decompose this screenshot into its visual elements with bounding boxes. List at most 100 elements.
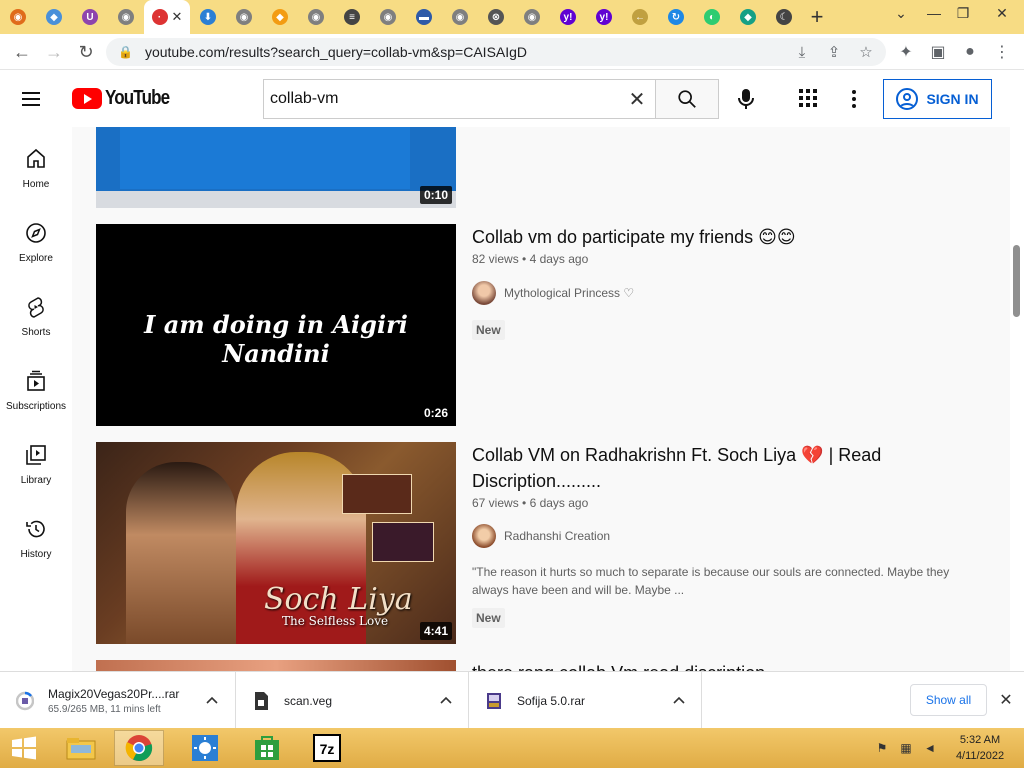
browser-tab[interactable]: ◆: [730, 0, 766, 34]
channel-avatar: [472, 281, 496, 305]
browser-tab[interactable]: ☾: [766, 0, 802, 34]
upload-age: 4 days ago: [529, 252, 589, 266]
taskbar-chrome[interactable]: [114, 730, 164, 766]
extensions-puzzle-icon[interactable]: ✦: [892, 38, 920, 66]
taskbar-file-explorer[interactable]: [56, 730, 106, 766]
video-thumbnail[interactable]: [96, 660, 456, 671]
browser-tab[interactable]: ◉: [370, 0, 406, 34]
favicon-icon: ◉: [10, 9, 26, 25]
show-all-downloads-button[interactable]: Show all: [910, 684, 987, 716]
browser-tab[interactable]: ◉: [514, 0, 550, 34]
browser-tab[interactable]: ◉: [108, 0, 144, 34]
close-window-icon[interactable]: ✕: [980, 0, 1024, 26]
browser-tab[interactable]: ◉: [0, 0, 36, 34]
account-circle-icon: [896, 88, 919, 110]
video-thumbnail[interactable]: Soch Liya The Selfless Love 4:41: [96, 442, 456, 644]
video-thumbnail[interactable]: 0:10: [96, 127, 456, 208]
download-item[interactable]: scan.veg: [236, 672, 469, 729]
browser-tab[interactable]: ↻: [658, 0, 694, 34]
side-panel-icon[interactable]: ▣: [924, 38, 952, 66]
channel-link[interactable]: Mythological Princess ♡: [472, 281, 634, 305]
tab-search-icon[interactable]: ⌄: [886, 0, 916, 26]
browser-tab[interactable]: ◉: [298, 0, 334, 34]
download-item[interactable]: Sofija 5.0.rar: [469, 672, 702, 729]
install-app-icon[interactable]: ⤓: [788, 38, 816, 66]
page-scrollbar[interactable]: [1010, 127, 1024, 671]
favicon-icon: ◆: [272, 9, 288, 25]
browser-menu-icon[interactable]: ⋮: [988, 38, 1016, 66]
guide-label: Explore: [19, 253, 53, 264]
home-icon: [27, 148, 45, 168]
restore-icon[interactable]: ❐: [950, 0, 976, 26]
settings-more-icon[interactable]: [842, 85, 866, 113]
thumbnail-screen: [120, 127, 410, 189]
share-icon[interactable]: ⇪: [820, 38, 848, 66]
youtube-logo[interactable]: YouTube: [72, 87, 181, 110]
action-center-flag-icon[interactable]: ⚑: [874, 740, 890, 756]
search-button[interactable]: [655, 79, 719, 119]
download-item[interactable]: Magix20Vegas20Pr....rar 65.9/265 MB, 11 …: [0, 672, 236, 729]
new-tab-button[interactable]: +: [802, 0, 832, 34]
video-title[interactable]: there rang collab Vm read discription: [472, 660, 952, 671]
sign-in-label: SIGN IN: [926, 91, 979, 107]
clear-search-icon[interactable]: ✕: [626, 88, 648, 111]
guide-item-history[interactable]: History: [0, 509, 72, 569]
scrollbar-thumb[interactable]: [1013, 245, 1020, 317]
guide-item-explore[interactable]: Explore: [0, 213, 72, 273]
close-icon[interactable]: ✕: [996, 690, 1016, 710]
browser-tab[interactable]: ◐: [694, 0, 730, 34]
browser-tab[interactable]: ◆: [36, 0, 72, 34]
start-button[interactable]: [0, 730, 48, 766]
browser-tab[interactable]: U: [72, 0, 108, 34]
close-tab-icon[interactable]: ✕: [172, 9, 183, 25]
reload-icon[interactable]: ↻: [70, 36, 102, 68]
browser-tab[interactable]: ◉: [442, 0, 478, 34]
browser-tab[interactable]: ⬇: [190, 0, 226, 34]
guide-item-home[interactable]: Home: [0, 139, 72, 199]
browser-tab[interactable]: y!: [586, 0, 622, 34]
browser-tab[interactable]: · ✕: [144, 0, 190, 34]
guide-item-subscriptions[interactable]: Subscriptions: [0, 361, 72, 421]
browser-tab[interactable]: ◆: [262, 0, 298, 34]
channel-link[interactable]: Radhanshi Creation: [472, 524, 610, 548]
minimize-icon[interactable]: —: [918, 0, 950, 26]
browser-tab[interactable]: ⊗: [478, 0, 514, 34]
7zip-icon: 7z: [313, 734, 341, 762]
guide-menu-icon[interactable]: [22, 85, 50, 113]
chevron-up-icon[interactable]: [438, 692, 454, 708]
browser-tab[interactable]: ▬: [406, 0, 442, 34]
guide-item-shorts[interactable]: Shorts: [0, 287, 72, 347]
video-title[interactable]: Collab VM on Radhakrishn Ft. Soch Liya 💔…: [472, 442, 952, 494]
chevron-up-icon[interactable]: [204, 692, 220, 708]
sun-icon: [192, 735, 218, 761]
video-duration: 0:26: [419, 404, 452, 422]
video-thumbnail[interactable]: I am doing in Aigiri Nandini 0:26: [96, 224, 456, 426]
video-title[interactable]: Collab vm do participate my friends 😊😊: [472, 224, 952, 250]
browser-tab[interactable]: ◉: [226, 0, 262, 34]
forward-arrow-icon[interactable]: →: [38, 36, 70, 68]
taskbar-clock[interactable]: 5:32 AM 4/11/2022: [950, 732, 1010, 764]
back-arrow-icon[interactable]: ←: [6, 36, 38, 68]
browser-tab[interactable]: y!: [550, 0, 586, 34]
youtube-header: YouTube ✕ SIGN IN: [0, 71, 1024, 127]
thumbnail-text: I am doing in Aigiri Nandini: [144, 310, 408, 368]
chevron-up-icon[interactable]: [671, 692, 687, 708]
profile-icon[interactable]: ●: [956, 38, 984, 66]
store-icon: [255, 736, 279, 760]
youtube-apps-grid-icon[interactable]: [795, 85, 821, 111]
address-bar[interactable]: 🔒 youtube.com/results?search_query=colla…: [106, 38, 886, 66]
favicon-icon: ←: [632, 9, 648, 25]
search-input[interactable]: [270, 90, 610, 108]
voice-search-button[interactable]: [730, 83, 762, 115]
sign-in-button[interactable]: SIGN IN: [883, 79, 992, 119]
taskbar-7zip[interactable]: 7z: [302, 730, 352, 766]
volume-muted-icon[interactable]: ◄: [922, 740, 938, 756]
taskbar-store[interactable]: [242, 730, 292, 766]
browser-tab[interactable]: ≡: [334, 0, 370, 34]
folder-icon: [66, 738, 96, 760]
browser-tab[interactable]: ←: [622, 0, 658, 34]
bookmark-star-icon[interactable]: ☆: [852, 38, 880, 66]
guide-item-library[interactable]: Library: [0, 435, 72, 495]
network-icon[interactable]: ▦: [898, 740, 914, 756]
taskbar-weather-app[interactable]: [180, 730, 230, 766]
